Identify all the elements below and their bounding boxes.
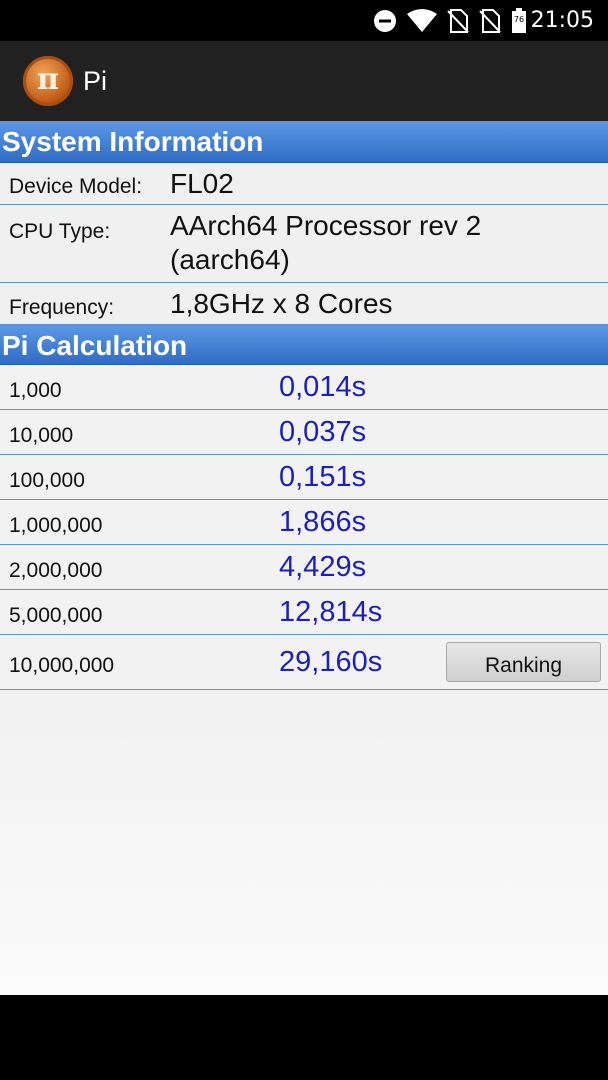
do-not-disturb-icon <box>373 9 397 33</box>
calc-digits: 10,000 <box>9 424 74 447</box>
calc-row: 1,000 0,014s <box>0 365 608 410</box>
info-row-frequency: Frequency: 1,8GHz x 8 Cores <box>0 283 608 325</box>
navigation-bar <box>0 995 608 1080</box>
info-label: CPU Type: <box>9 220 111 243</box>
info-value: FL02 <box>170 168 234 199</box>
calc-row: 10,000,000 29,160s Ranking <box>0 635 608 690</box>
system-information-header: System Information <box>0 121 608 163</box>
calc-digits: 1,000 <box>9 379 62 402</box>
no-sim-icon <box>478 8 501 33</box>
svg-text:76: 76 <box>514 15 524 24</box>
app-bar: π Pi <box>0 41 608 121</box>
calc-time: 1,866s <box>279 506 367 538</box>
calc-digits: 2,000,000 <box>9 559 103 582</box>
calc-digits: 1,000,000 <box>9 514 103 537</box>
calc-digits: 10,000,000 <box>9 654 115 677</box>
info-row-cpu-type: CPU Type: AArch64 Processor rev 2 (aarch… <box>0 205 608 283</box>
calc-digits: 100,000 <box>9 469 85 492</box>
main-content: System Information Device Model: FL02 CP… <box>0 121 608 995</box>
info-label: Frequency: <box>9 296 115 319</box>
calc-row: 10,000 0,037s <box>0 410 608 455</box>
calc-time: 12,814s <box>279 596 383 628</box>
info-label: Device Model: <box>9 175 143 198</box>
info-value: 1,8GHz x 8 Cores <box>170 288 393 319</box>
battery-icon: 76 <box>511 7 527 34</box>
calc-time: 0,037s <box>279 416 367 448</box>
calc-row: 100,000 0,151s <box>0 455 608 500</box>
calc-time: 29,160s <box>279 646 383 678</box>
info-row-device-model: Device Model: FL02 <box>0 163 608 205</box>
calc-row: 5,000,000 12,814s <box>0 590 608 635</box>
calc-row: 2,000,000 4,429s <box>0 545 608 590</box>
wifi-icon <box>406 8 437 33</box>
status-bar: 76 21:05 <box>0 0 608 41</box>
app-title: Pi <box>83 65 108 96</box>
no-sim-icon <box>446 8 469 33</box>
calc-time: 0,014s <box>279 371 367 403</box>
pi-logo-icon: π <box>23 56 73 106</box>
calc-digits: 5,000,000 <box>9 604 103 627</box>
pi-calculation-header: Pi Calculation <box>0 325 608 365</box>
calc-time: 0,151s <box>279 461 367 493</box>
calc-row: 1,000,000 1,866s <box>0 500 608 545</box>
info-value: AArch64 Processor rev 2 (aarch64) <box>170 210 482 275</box>
clock: 21:05 <box>530 8 594 33</box>
ranking-button[interactable]: Ranking <box>446 642 601 682</box>
calc-time: 4,429s <box>279 551 367 583</box>
